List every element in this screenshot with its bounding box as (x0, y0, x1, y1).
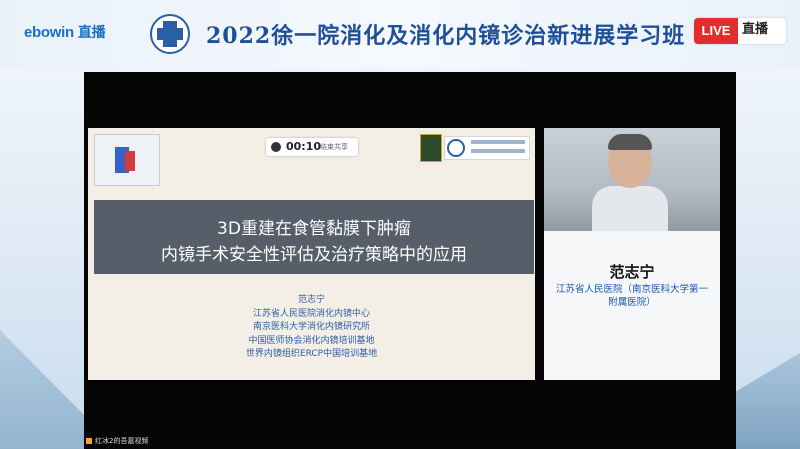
slide-affiliation: 江苏省人民医院消化内镜中心 (252, 308, 370, 319)
stop-share-label[interactable]: 结束共享 (320, 142, 348, 152)
slide-title-line1: 3D重建在食管黏膜下肿瘤 (217, 219, 411, 239)
ebowin-logo[interactable]: ebowin 直播 (24, 22, 106, 42)
slide-title-line2: 内镜手术安全性评估及治疗策略中的应用 (161, 245, 467, 265)
live-label: 直播 (742, 22, 769, 37)
speaker-camera (544, 128, 720, 231)
hospital-logo-line (471, 149, 525, 153)
slide-affiliation: 世界内镜组织ERCP中国培训基地 (245, 349, 378, 359)
slide-author-block: 范志宁 江苏省人民医院消化内镜中心 南京医科大学消化内镜研究所 中国医师协会消化… (88, 294, 535, 362)
timer-value: 00:10 (286, 140, 322, 153)
hospital-logo-line (471, 140, 525, 144)
3d-model-thumbnail (94, 134, 160, 186)
bottom-ticker: 红冰2的吾嘉视频 (86, 436, 206, 448)
live-tag: LIVE (694, 18, 738, 44)
record-icon (271, 142, 281, 152)
university-badge-icon (420, 134, 442, 162)
slide-affiliation: 南京医科大学消化内镜研究所 (252, 322, 370, 332)
hospital-logo (444, 136, 530, 160)
speaker-name: 范志宁 (609, 263, 655, 281)
slide-author-name: 范志宁 (297, 295, 325, 305)
speaker-video-figure (592, 134, 668, 231)
scenery-left (0, 330, 84, 449)
logo-suffix: 直播 (77, 24, 106, 40)
hospital-circle-icon (447, 139, 465, 157)
speaker-body (592, 186, 668, 231)
ticker-text: 红冰2的吾嘉视频 (95, 437, 149, 445)
speaker-hair (608, 134, 652, 150)
event-title: 2022徐一院消化及消化内镜诊治新进展学习班 (206, 23, 686, 49)
slide-affiliation: 中国医师协会消化内镜培训基地 (248, 335, 375, 346)
slide-title-bar: 3D重建在食管黏膜下肿瘤 内镜手术安全性评估及治疗策略中的应用 (94, 200, 534, 274)
ticker-icon (86, 438, 92, 444)
presentation-slide: 00:10 结束共享 3D重建在食管黏膜下肿瘤 内镜手术安全性评估及治疗策略中的… (88, 128, 535, 380)
logo-text: ebowin (24, 24, 74, 41)
hospital-emblem-icon (150, 14, 190, 54)
3d-model-red (125, 151, 135, 171)
share-timer[interactable]: 00:10 结束共享 (266, 138, 358, 156)
speaker-affiliation: 江苏省人民医院（南京医科大学第一附属医院） (555, 284, 708, 308)
speaker-name-card: 范志宁 江苏省人民医院（南京医科大学第一附属医院） (544, 231, 720, 380)
header-banner: ebowin 直播 2022徐一院消化及消化内镜诊治新进展学习班 LIVE 直播 (0, 0, 800, 68)
live-badge[interactable]: LIVE 直播 (694, 18, 786, 44)
